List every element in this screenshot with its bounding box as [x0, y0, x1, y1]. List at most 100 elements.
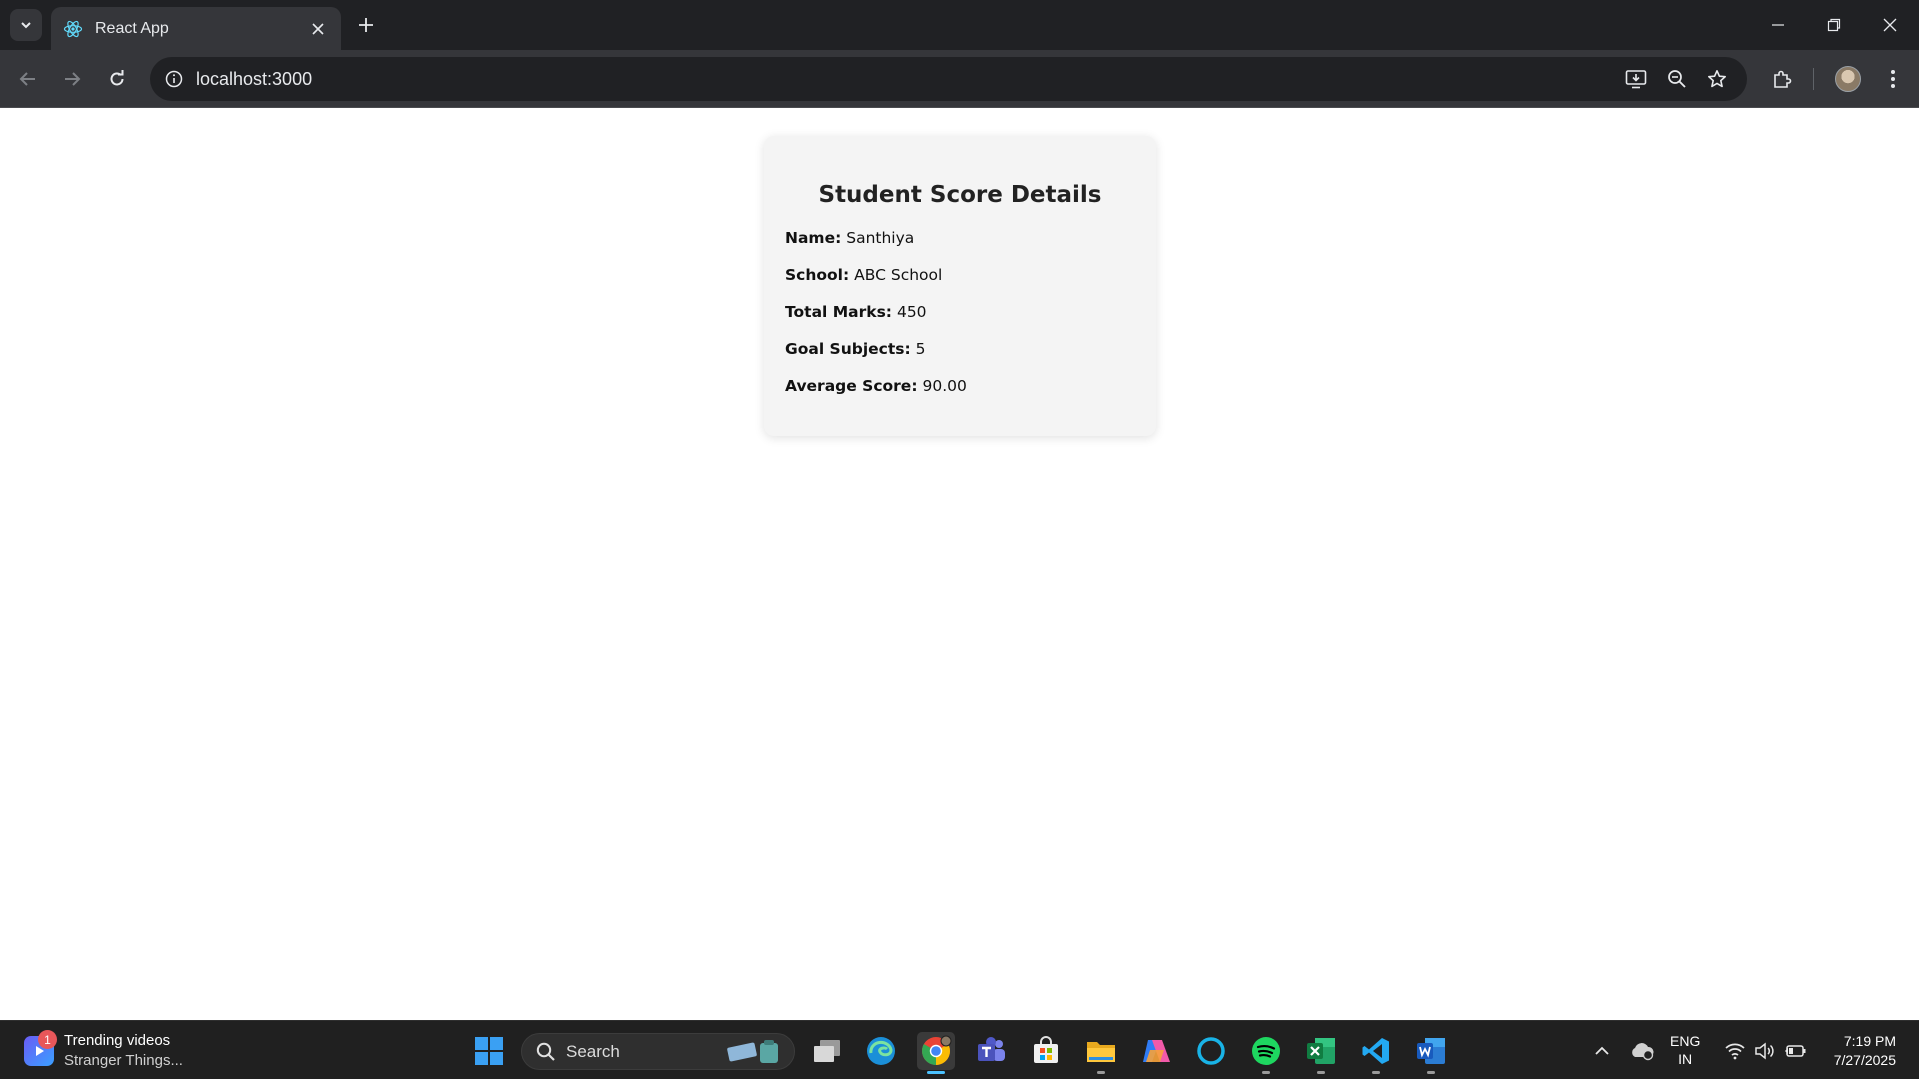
taskbar-app-store[interactable]: [1027, 1032, 1065, 1070]
excel-icon: [1307, 1038, 1335, 1064]
search-highlight-icon: [727, 1040, 778, 1063]
new-tab-button[interactable]: [352, 11, 380, 39]
plus-icon: [359, 18, 373, 32]
field-label: Goal Subjects:: [785, 340, 911, 358]
field-value: 450: [896, 303, 927, 321]
close-icon: [1883, 18, 1897, 32]
browser-toolbar: localhost:3000: [0, 50, 1919, 108]
toolbar-divider: [1813, 68, 1814, 90]
field-label: Total Marks:: [785, 303, 893, 321]
task-view-icon: [814, 1040, 840, 1062]
taskbar-app-excel[interactable]: [1302, 1032, 1340, 1074]
running-indicator: [1317, 1071, 1325, 1074]
browser-tab[interactable]: React App: [51, 7, 341, 50]
address-bar[interactable]: localhost:3000: [150, 57, 1747, 101]
search-label: Search: [566, 1041, 620, 1061]
clock-date: 7/27/2025: [1833, 1052, 1896, 1068]
field-name: Name: Santhiya: [785, 228, 1135, 265]
install-app-icon[interactable]: [1622, 65, 1650, 93]
arrow-left-icon: [19, 72, 35, 86]
avatar: [1835, 66, 1861, 92]
back-button[interactable]: [12, 63, 44, 95]
reload-button[interactable]: [101, 63, 133, 95]
clock-time: 7:19 PM: [1843, 1033, 1896, 1049]
widget-title: Trending videos: [64, 1032, 171, 1049]
battery-tray-button[interactable]: [1782, 1039, 1808, 1063]
notification-badge: 1: [38, 1030, 57, 1049]
language-indicator[interactable]: ENG IN: [1670, 1032, 1700, 1068]
word-icon: [1417, 1038, 1445, 1064]
close-tab-icon[interactable]: [307, 18, 329, 40]
field-label: School:: [785, 266, 850, 284]
widget-subtitle: Stranger Things...: [64, 1052, 183, 1069]
zoom-icon[interactable]: [1663, 65, 1691, 93]
reload-icon: [110, 70, 124, 86]
battery-icon: [1785, 1045, 1806, 1057]
profile-button[interactable]: [1832, 63, 1864, 95]
field-label: Average Score:: [785, 377, 918, 395]
field-label: Name:: [785, 229, 842, 247]
url-text[interactable]: localhost:3000: [196, 69, 312, 90]
chevron-down-icon: [21, 22, 31, 29]
arrow-right-icon: [65, 72, 81, 86]
taskbar-search[interactable]: Search: [521, 1033, 795, 1070]
taskbar-app-spotify[interactable]: [1247, 1032, 1285, 1074]
widgets-button[interactable]: 1 Trending videos Stranger Things...: [24, 1030, 183, 1071]
taskbar-app-alexa[interactable]: [1192, 1032, 1230, 1070]
browser-menu-button[interactable]: [1877, 63, 1909, 95]
puzzle-icon: [1774, 70, 1792, 88]
restore-button[interactable]: [1806, 0, 1862, 50]
taskbar-app-teams[interactable]: [972, 1032, 1010, 1070]
minimize-icon: [1772, 24, 1784, 26]
site-info-icon[interactable]: [160, 65, 188, 93]
onedrive-tray-button[interactable]: [1628, 1037, 1656, 1065]
chrome-icon: [922, 1035, 952, 1065]
running-indicator: [927, 1071, 945, 1074]
page-viewport: Student Score Details Name: Santhiya Sch…: [0, 108, 1919, 1020]
running-indicator: [1372, 1071, 1380, 1074]
field-value: 5: [915, 340, 926, 358]
running-indicator: [1262, 1071, 1270, 1074]
restore-icon: [1827, 18, 1841, 32]
taskbar-app-edge[interactable]: [862, 1032, 900, 1070]
browser-titlebar: React App: [0, 0, 1919, 50]
region-code: IN: [1678, 1051, 1693, 1067]
taskbar-app-file-explorer[interactable]: [1082, 1032, 1120, 1074]
bookmark-star-icon[interactable]: [1703, 65, 1731, 93]
wifi-tray-button[interactable]: [1722, 1039, 1748, 1063]
copilot-icon: [1143, 1040, 1170, 1062]
field-school: School: ABC School: [785, 265, 1135, 302]
show-hidden-icons-button[interactable]: [1590, 1039, 1614, 1063]
minimize-button[interactable]: [1750, 0, 1806, 50]
field-value: ABC School: [854, 266, 943, 284]
edge-icon: [867, 1037, 895, 1065]
start-button[interactable]: [470, 1032, 508, 1070]
taskbar-app-word[interactable]: [1412, 1032, 1450, 1074]
wifi-icon: [1725, 1043, 1745, 1060]
volume-tray-button[interactable]: [1752, 1039, 1778, 1063]
alexa-icon: [1197, 1037, 1225, 1065]
field-goal-subjects: Goal Subjects: 5: [785, 339, 1135, 376]
close-window-button[interactable]: [1862, 0, 1918, 50]
running-indicator: [1097, 1071, 1105, 1074]
card-title: Student Score Details: [818, 182, 1102, 208]
search-icon: [536, 1042, 555, 1061]
task-view-button[interactable]: [808, 1032, 846, 1070]
field-total-marks: Total Marks: 450: [785, 302, 1135, 339]
taskbar-app-vscode[interactable]: [1357, 1032, 1395, 1074]
forward-button[interactable]: [56, 63, 88, 95]
field-value: 90.00: [922, 377, 967, 395]
language-code: ENG: [1670, 1033, 1701, 1049]
extensions-button[interactable]: [1766, 63, 1798, 95]
taskbar-app-copilot[interactable]: [1137, 1032, 1175, 1070]
student-score-card: Student Score Details Name: Santhiya Sch…: [764, 136, 1156, 436]
cloud-icon: [1632, 1043, 1654, 1061]
taskbar-app-chrome[interactable]: [917, 1032, 955, 1074]
tab-search-button[interactable]: [10, 9, 42, 41]
field-value: Santhiya: [846, 229, 915, 247]
tab-title: React App: [95, 19, 169, 37]
system-clock[interactable]: 7:19 PM 7/27/2025: [1822, 1032, 1896, 1070]
vscode-icon: [1362, 1038, 1389, 1064]
field-average-score: Average Score: 90.00: [785, 376, 1135, 413]
spotify-icon: [1252, 1037, 1280, 1065]
